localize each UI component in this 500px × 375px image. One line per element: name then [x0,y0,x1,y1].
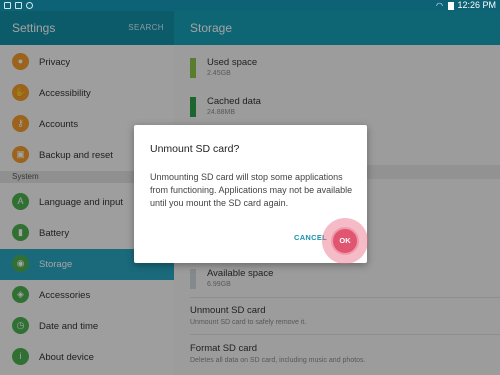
wifi-icon: ◠ [436,1,443,10]
battery-icon [448,2,454,10]
gallery-icon [15,2,22,9]
ok-button[interactable]: OK [331,227,359,255]
mail-icon [4,2,11,9]
status-bar: ◠ 12:26 PM [0,0,500,11]
dropbox-icon [26,2,33,9]
dialog-message: Unmounting SD card will stop some applic… [150,172,353,208]
dialog-title: Unmount SD card? [150,143,240,155]
clock: 12:26 PM [457,0,496,10]
